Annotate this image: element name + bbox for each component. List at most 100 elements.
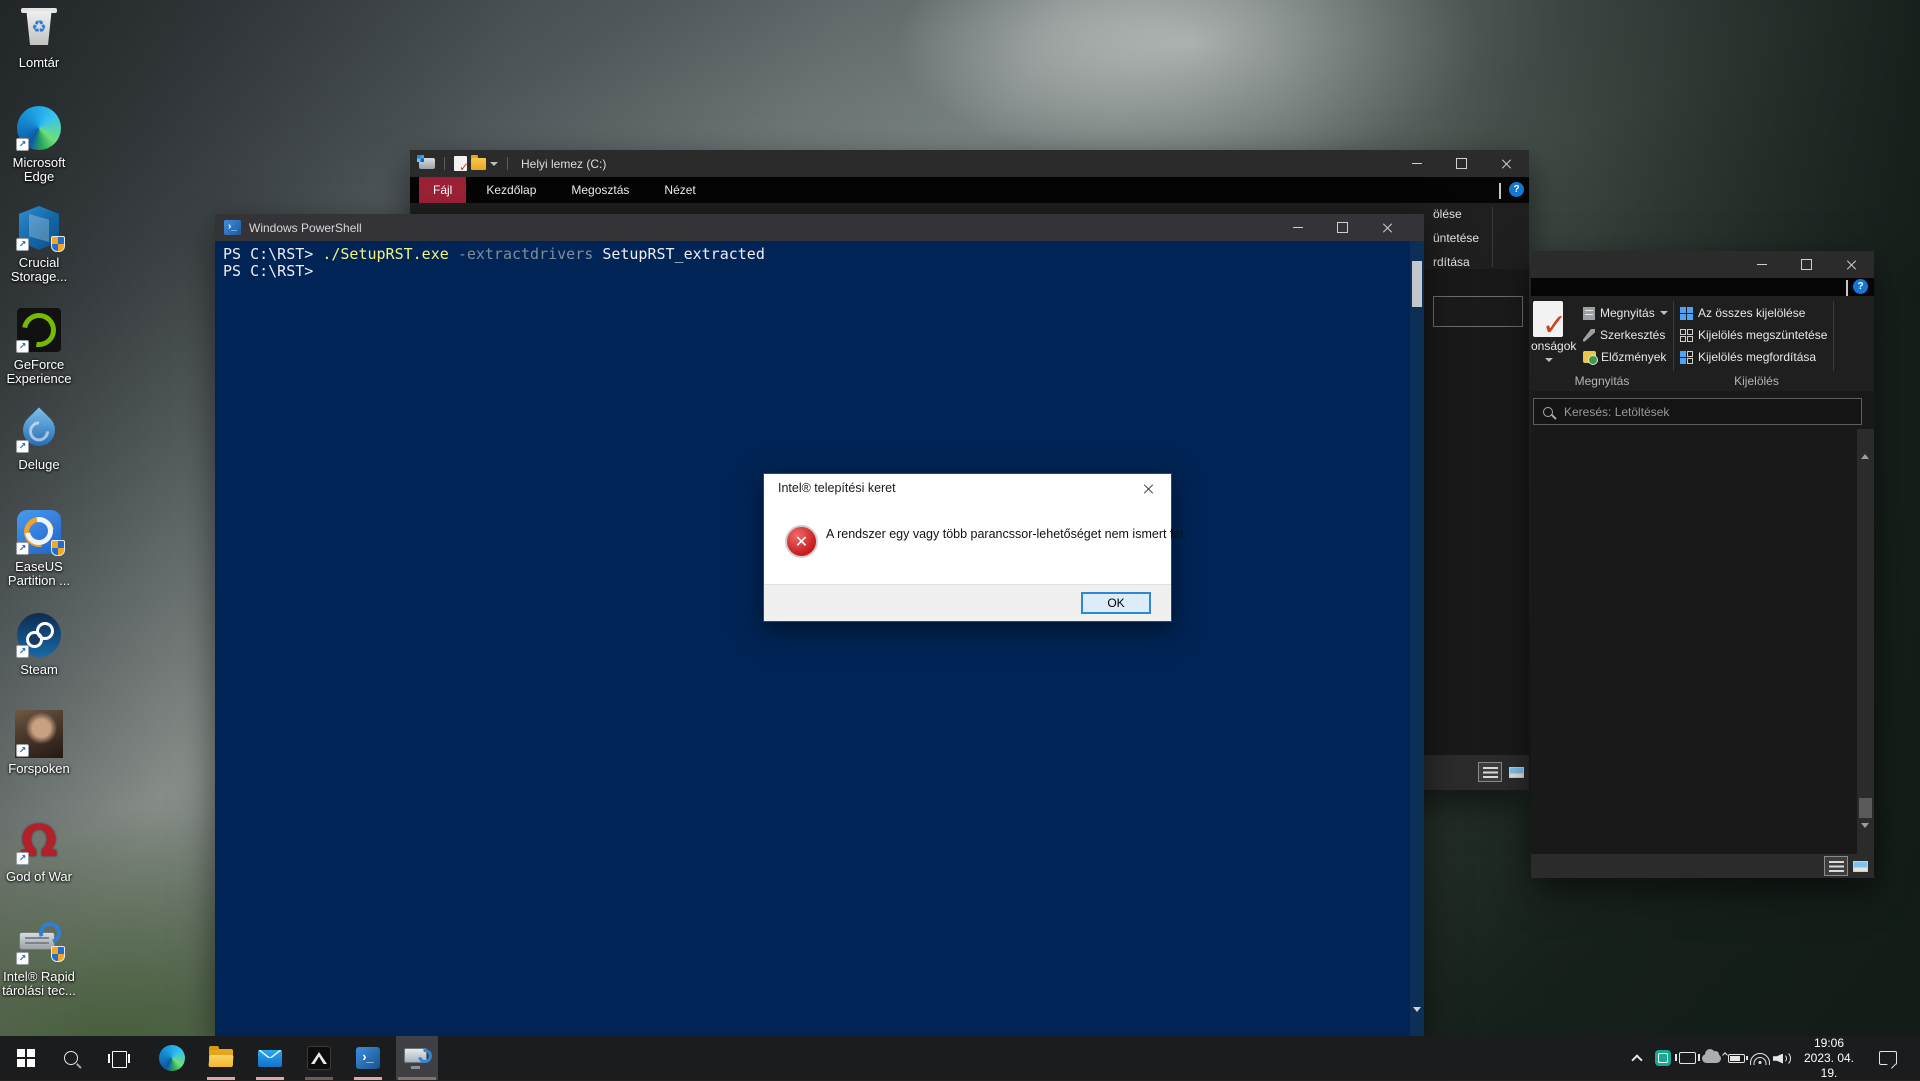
shortcut-arrow-icon xyxy=(16,542,29,555)
powershell-titlebar[interactable]: Windows PowerShell xyxy=(215,214,1424,241)
properties-button-icon[interactable] xyxy=(1533,301,1563,337)
taskbar-search-button[interactable] xyxy=(49,1036,93,1080)
notification-icon xyxy=(1879,1051,1897,1065)
select-all-button[interactable]: Az összes kijelölése xyxy=(1680,306,1805,320)
tray-show-hidden-button[interactable] xyxy=(1622,1036,1652,1080)
tab-file[interactable]: Fájl xyxy=(419,177,466,203)
chevron-down-icon xyxy=(1660,311,1668,315)
tab-share[interactable]: Megosztás xyxy=(556,177,644,203)
scroll-down-icon[interactable] xyxy=(1413,1012,1421,1030)
ribbon-fragment-select-none[interactable]: üntetése xyxy=(1433,231,1479,245)
qat-dropdown-icon[interactable] xyxy=(490,162,498,166)
close-button[interactable] xyxy=(1829,251,1874,278)
details-view-button[interactable] xyxy=(1478,762,1502,782)
search-input[interactable] xyxy=(1562,404,1852,420)
details-view-icon xyxy=(1483,767,1498,778)
onedrive-cloud-icon xyxy=(1702,1054,1721,1063)
forspoken-icon xyxy=(15,710,63,758)
properties-dropdown-icon[interactable] xyxy=(1545,358,1553,362)
scrollbar-thumb[interactable] xyxy=(1412,261,1422,307)
help-button[interactable]: ? xyxy=(1509,182,1524,197)
details-view-button[interactable] xyxy=(1824,856,1848,876)
shortcut-arrow-icon xyxy=(16,340,29,353)
vertical-scrollbar[interactable] xyxy=(1410,241,1424,1036)
task-view-button[interactable] xyxy=(97,1036,141,1080)
desktop-icon-label: EaseUS Partition ... xyxy=(0,560,81,588)
geforce-icon xyxy=(15,306,63,354)
minimize-button[interactable] xyxy=(1394,150,1439,177)
desktop-icon-label: God of War xyxy=(0,870,81,884)
desktop-icon-god-of-war[interactable]: Ω God of War xyxy=(0,818,78,884)
desktop-icon-easeus[interactable]: EaseUS Partition ... xyxy=(0,508,78,588)
start-button[interactable] xyxy=(4,1036,48,1080)
chevron-up-icon xyxy=(1499,183,1501,199)
tray-onedrive-button[interactable] xyxy=(1697,1036,1725,1080)
maximize-button[interactable] xyxy=(1784,251,1829,278)
desktop-icon-recycle-bin[interactable]: Lomtár xyxy=(0,4,78,70)
tab-view[interactable]: Nézet xyxy=(649,177,710,203)
shortcut-arrow-icon xyxy=(16,238,29,251)
thumbnails-view-button[interactable] xyxy=(1506,762,1526,782)
ribbon-collapse-button[interactable] xyxy=(1846,282,1848,296)
terminal-content[interactable]: PS C:\RST> ./SetupRST.exe -extractdriver… xyxy=(215,241,1410,1036)
explorer-titlebar[interactable]: Helyi lemez (C:) xyxy=(410,150,1529,177)
close-button[interactable] xyxy=(1365,214,1410,241)
dialog-close-button[interactable] xyxy=(1133,478,1163,498)
scroll-up-icon[interactable] xyxy=(1861,437,1869,455)
taskbar-explorer-button[interactable] xyxy=(199,1036,243,1080)
history-button[interactable]: Előzmények xyxy=(1583,350,1666,364)
search-box[interactable] xyxy=(1533,398,1862,425)
select-none-button[interactable]: Kijelölés megszüntetése xyxy=(1680,328,1827,342)
desktop-icon-deluge[interactable]: Deluge xyxy=(0,406,78,472)
tray-volume-button[interactable] xyxy=(1768,1036,1796,1080)
address-bar-fragment[interactable] xyxy=(1433,296,1523,327)
close-button[interactable] xyxy=(1484,150,1529,177)
thumbnails-view-button[interactable] xyxy=(1850,856,1870,876)
invert-selection-button[interactable]: Kijelölés megfordítása xyxy=(1680,350,1816,364)
desktop-icon-crucial[interactable]: Crucial Storage... xyxy=(0,204,78,284)
desktop-icon-edge[interactable]: Microsoft Edge xyxy=(0,104,78,184)
ribbon-fragment-invert[interactable]: rdítása xyxy=(1433,255,1470,269)
argument-text: SetupRST_extracted xyxy=(602,245,765,263)
taskbar-mail-button[interactable] xyxy=(248,1036,292,1080)
desktop-icon-forspoken[interactable]: Forspoken xyxy=(0,710,78,776)
shortcut-arrow-icon xyxy=(16,952,29,965)
explorer-titlebar[interactable] xyxy=(1531,251,1874,278)
scroll-down-icon[interactable] xyxy=(1861,828,1869,846)
maximize-button[interactable] xyxy=(1439,150,1484,177)
tab-home[interactable]: Kezdőlap xyxy=(471,177,551,203)
doc-check-icon xyxy=(1533,301,1563,337)
separator xyxy=(507,157,508,170)
file-list-area[interactable] xyxy=(1531,429,1857,854)
steam-icon xyxy=(15,611,63,659)
properties-quick-icon[interactable] xyxy=(454,156,467,171)
scrollbar-thumb[interactable] xyxy=(1859,798,1872,818)
installer-icon xyxy=(404,1047,430,1069)
minimize-button[interactable] xyxy=(1275,214,1320,241)
open-button[interactable]: Megnyitás xyxy=(1583,306,1668,320)
vertical-scrollbar[interactable] xyxy=(1857,429,1874,854)
desktop-icon-label: Lomtár xyxy=(0,56,81,70)
new-folder-quick-icon[interactable] xyxy=(471,158,486,170)
desktop-icon-geforce[interactable]: GeForce Experience xyxy=(0,306,78,386)
taskbar-edge-button[interactable] xyxy=(150,1036,194,1080)
edit-button[interactable]: Szerkesztés xyxy=(1583,328,1665,342)
taskbar-predator-button[interactable] xyxy=(297,1036,341,1080)
action-center-button[interactable] xyxy=(1870,1036,1906,1080)
help-button[interactable]: ? xyxy=(1853,279,1868,294)
open-icon xyxy=(1583,307,1595,320)
taskbar-clock[interactable]: 19:06 2023. 04. 19. xyxy=(1794,1036,1864,1080)
properties-button-label-partial[interactable]: onságok xyxy=(1531,339,1576,353)
tray-screenrec-button[interactable] xyxy=(1650,1036,1676,1080)
desktop-icon-intel-rst[interactable]: Intel® Rapid tárolási tec... xyxy=(0,918,78,998)
maximize-button[interactable] xyxy=(1320,214,1365,241)
taskbar-powershell-button[interactable] xyxy=(346,1036,390,1080)
minimize-button[interactable] xyxy=(1739,251,1784,278)
ok-button[interactable]: OK xyxy=(1081,592,1151,614)
ribbon-fragment-select-all[interactable]: ölése xyxy=(1433,207,1462,221)
error-icon xyxy=(785,525,818,558)
ribbon-collapse-button[interactable] xyxy=(1499,185,1501,199)
wifi-icon xyxy=(1750,1052,1770,1065)
taskbar-installer-button-active[interactable] xyxy=(396,1036,438,1080)
desktop-icon-steam[interactable]: Steam xyxy=(0,611,78,677)
